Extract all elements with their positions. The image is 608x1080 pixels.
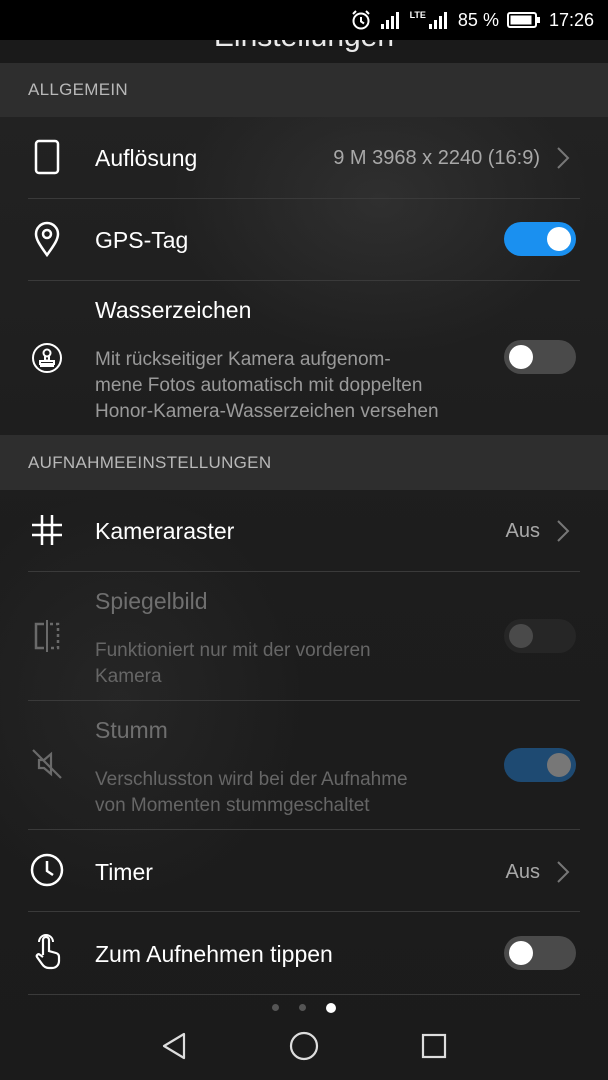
setting-description: Funktioniert nur mit der vorderen Kamera (95, 638, 485, 690)
divider (28, 994, 580, 995)
network-type-label: LTE (409, 10, 426, 20)
setting-description: Verschlusston wird bei der Aufnahme von … (95, 767, 485, 819)
toggle-knob (509, 941, 533, 965)
mute-toggle (504, 748, 576, 782)
setting-label: Zum Aufnehmen tippen (95, 941, 333, 967)
clock-time: 17:26 (548, 9, 594, 30)
section-title: ALLGEMEIN (28, 80, 129, 99)
mirror-icon (28, 617, 66, 655)
setting-tap-to-capture[interactable]: Zum Aufnehmen tippen (0, 912, 608, 994)
setting-mirror-image: Spiegelbild Funktioniert nur mit der vor… (0, 572, 608, 700)
recents-icon[interactable] (420, 1032, 448, 1060)
setting-label: Stumm (95, 717, 168, 743)
setting-label: Auflösung (95, 145, 198, 171)
setting-description: Mit rückseitiger Kamera aufgenom- mene F… (95, 347, 485, 425)
section-title: AUFNAHMEEINSTELLUNGEN (28, 452, 272, 472)
page-title: Einstellungen (0, 40, 608, 54)
setting-label: Timer (95, 859, 153, 885)
battery-percent: 85 % (457, 9, 499, 30)
clock-icon (28, 851, 66, 889)
back-icon[interactable] (160, 1031, 188, 1061)
setting-camera-grid[interactable]: Kameraraster Aus (0, 490, 608, 571)
gps-tag-toggle[interactable] (504, 222, 576, 256)
setting-label: Spiegelbild (95, 588, 208, 614)
setting-value: 9 M 3968 x 2240 (16:9) (333, 147, 540, 169)
location-pin-icon (28, 220, 66, 258)
tap-hand-icon (28, 933, 66, 971)
toggle-knob (509, 345, 533, 369)
setting-label: GPS-Tag (95, 227, 189, 253)
mute-icon (28, 745, 66, 783)
setting-mute: Stumm Verschlusston wird bei der Aufnahm… (0, 701, 608, 829)
description-line: Kamera (95, 666, 162, 687)
description-line: mene Fotos automatisch mit doppelten (95, 375, 423, 396)
phone-outline-icon (28, 138, 66, 176)
navigation-bar (0, 1012, 608, 1080)
stamp-icon (28, 339, 66, 377)
page-dot (299, 1004, 306, 1011)
grid-icon (28, 511, 66, 549)
signal-icon (380, 12, 399, 29)
home-icon[interactable] (288, 1030, 320, 1062)
section-header-general: ALLGEMEIN (0, 63, 608, 117)
battery-icon (506, 12, 540, 28)
chevron-right-icon (557, 861, 570, 883)
mirror-toggle (504, 619, 576, 653)
setting-resolution[interactable]: Auflösung 9 M 3968 x 2240 (16:9) (0, 117, 608, 198)
setting-value: Aus (505, 520, 540, 542)
description-line: Honor-Kamera-Wasserzeichen versehen (95, 401, 439, 422)
watermark-toggle[interactable] (504, 340, 576, 374)
setting-label: Wasserzeichen (95, 297, 252, 323)
setting-gps-tag[interactable]: GPS-Tag (0, 199, 608, 280)
toggle-knob (547, 753, 571, 777)
setting-label: Kameraraster (95, 518, 235, 544)
section-header-capture: AUFNAHMEEINSTELLUNGEN (0, 435, 608, 490)
alarm-icon (351, 10, 370, 30)
description-line: Mit rückseitiger Kamera aufgenom- (95, 349, 391, 370)
page-dot (272, 1004, 279, 1011)
description-line: von Momenten stummgeschaltet (95, 795, 370, 816)
signal-icon-lte (428, 12, 447, 29)
chevron-right-icon (557, 147, 570, 169)
status-bar: LTE 85 % 17:26 (0, 0, 608, 40)
setting-watermark[interactable]: Wasserzeichen Mit rückseitiger Kamera au… (0, 281, 608, 435)
page-header: Einstellungen (0, 40, 608, 63)
description-line: Funktioniert nur mit der vorderen (95, 640, 371, 661)
toggle-knob (547, 227, 571, 251)
description-line: Verschlusston wird bei der Aufnahme (95, 769, 408, 790)
tap-to-capture-toggle[interactable] (504, 936, 576, 970)
toggle-knob (509, 624, 533, 648)
setting-value: Aus (505, 861, 540, 883)
chevron-right-icon (557, 520, 570, 542)
setting-timer[interactable]: Timer Aus (0, 830, 608, 911)
